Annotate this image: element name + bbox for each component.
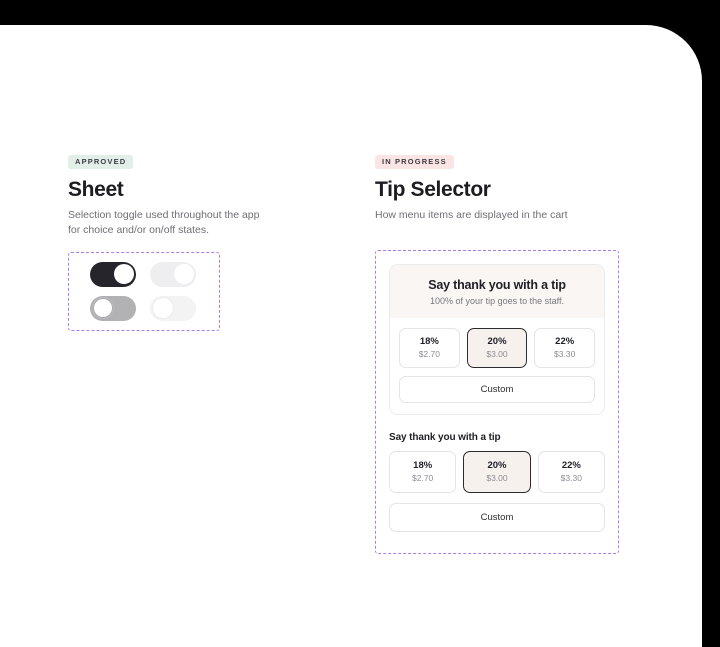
tip-selector-plain: Say thank you with a tip 18% $2.70 20% $… — [389, 432, 605, 532]
section-description-sheet: Selection toggle used throughout the app… — [68, 208, 260, 236]
status-badge-approved: APPROVED — [68, 154, 134, 169]
tip-selector-card: Say thank you with a tip 100% of your ti… — [389, 264, 605, 415]
tip-option-amount: $3.00 — [486, 348, 508, 359]
tip-option-amount: $3.30 — [560, 472, 582, 483]
toggle-on-active[interactable] — [90, 261, 136, 287]
toggle-knob-icon — [92, 298, 113, 318]
tip-card-body: 18% $2.70 20% $3.00 22% $3.30 Custom — [390, 318, 604, 414]
status-badge-in-progress: IN PROGRESS — [375, 154, 454, 169]
tip-option-18[interactable]: 18% $2.70 — [399, 328, 460, 368]
toggle-grid — [90, 261, 198, 322]
specimen-frame-tip-selector: Say thank you with a tip 100% of your ti… — [375, 250, 619, 554]
tip-custom-button[interactable]: Custom — [399, 375, 595, 403]
tip-card-header: Say thank you with a tip 100% of your ti… — [390, 265, 604, 318]
toggle-on-disabled[interactable] — [150, 261, 196, 287]
tip-card-subheading: 100% of your tip goes to the staff. — [430, 296, 564, 306]
section-description-tip-selector: How menu items are displayed in the cart — [375, 208, 568, 221]
toggle-off-disabled[interactable] — [150, 295, 196, 321]
page-title-sheet: Sheet — [68, 178, 124, 201]
tip-option-percent: 22% — [555, 336, 575, 347]
tip-option-amount: $3.00 — [486, 472, 508, 483]
toggle-knob-icon — [113, 264, 134, 284]
tip-card-heading: Say thank you with a tip — [428, 278, 566, 292]
tip-plain-heading: Say thank you with a tip — [389, 431, 501, 443]
page-title-tip-selector: Tip Selector — [375, 178, 491, 201]
tip-option-18[interactable]: 18% $2.70 — [389, 450, 457, 493]
tip-option-percent: 20% — [487, 459, 507, 471]
tip-option-percent: 22% — [561, 459, 581, 471]
tip-option-22[interactable]: 22% $3.30 — [534, 328, 596, 368]
tip-option-percent: 20% — [487, 336, 507, 347]
tip-option-row: 18% $2.70 20% $3.00 22% $3.30 — [389, 450, 605, 493]
tip-option-amount: $2.70 — [418, 348, 440, 359]
tip-option-20[interactable]: 20% $3.00 — [463, 450, 531, 493]
page-canvas: APPROVED Sheet Selection toggle used thr… — [0, 25, 702, 647]
tip-option-20[interactable]: 20% $3.00 — [466, 328, 528, 368]
tip-option-percent: 18% — [413, 459, 433, 471]
tip-option-22[interactable]: 22% $3.30 — [537, 450, 605, 493]
toggle-off-active[interactable] — [90, 295, 136, 321]
tip-option-row: 18% $2.70 20% $3.00 22% $3.30 — [399, 328, 596, 368]
toggle-knob-icon — [152, 298, 173, 318]
tip-option-amount: $3.30 — [554, 348, 576, 359]
toggle-knob-icon — [173, 264, 194, 284]
tip-option-amount: $2.70 — [412, 472, 434, 483]
tip-option-percent: 18% — [419, 336, 439, 347]
specimen-frame-sheet — [68, 252, 220, 331]
tip-custom-button[interactable]: Custom — [389, 502, 605, 532]
